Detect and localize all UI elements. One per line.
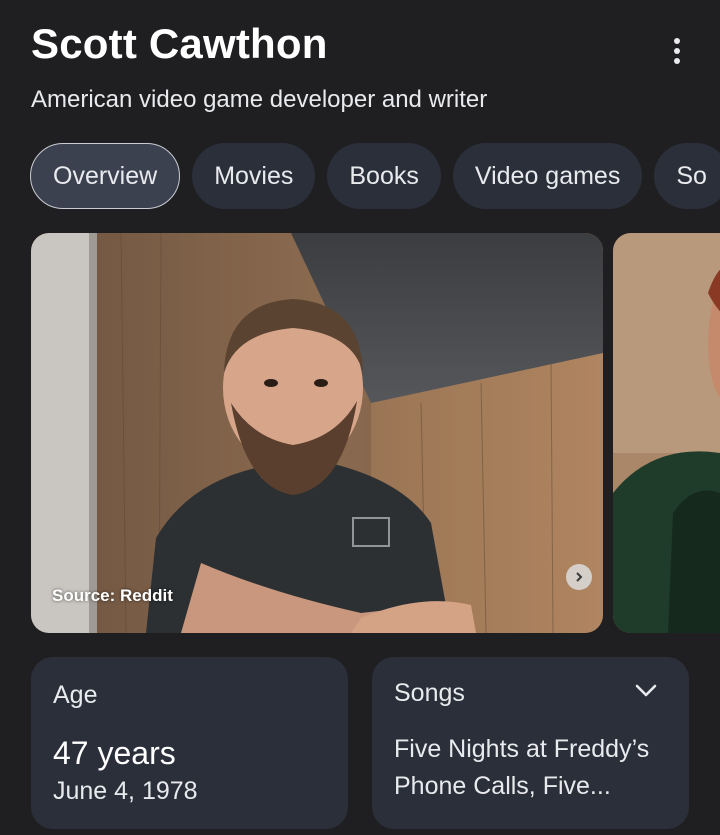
age-label: Age — [53, 681, 98, 709]
birthdate-value: June 4, 1978 — [53, 777, 198, 805]
age-card[interactable]: Age 47 years June 4, 1978 — [31, 657, 348, 829]
tab-overview[interactable]: Overview — [30, 143, 181, 209]
chevron-down-icon[interactable] — [634, 683, 658, 699]
image-source-label[interactable]: Source: Reddit — [52, 586, 173, 606]
tab-bar: Overview Movies Books Video games So — [30, 143, 720, 209]
songs-label: Songs — [394, 679, 465, 707]
tab-video-games[interactable]: Video games — [452, 143, 643, 209]
person-photo-image — [31, 233, 603, 633]
songs-list-text: Five Nights at Freddy’s Phone Calls, Fiv… — [394, 735, 650, 800]
tab-more[interactable]: So — [654, 143, 720, 209]
tab-movies[interactable]: Movies — [192, 143, 316, 209]
tab-books[interactable]: Books — [327, 143, 441, 209]
next-image-button[interactable] — [566, 564, 592, 590]
secondary-photo[interactable] — [613, 233, 720, 633]
secondary-photo-image — [613, 233, 720, 633]
age-value: 47 years — [53, 735, 176, 771]
page-subtitle: American video game developer and writer — [31, 86, 488, 113]
page-title: Scott Cawthon — [31, 20, 328, 67]
chevron-right-icon — [576, 572, 583, 582]
main-photo[interactable] — [31, 233, 603, 633]
songs-card[interactable]: Songs Five Nights at Freddy’s Phone Call… — [372, 657, 689, 829]
more-options-icon[interactable] — [660, 34, 694, 68]
